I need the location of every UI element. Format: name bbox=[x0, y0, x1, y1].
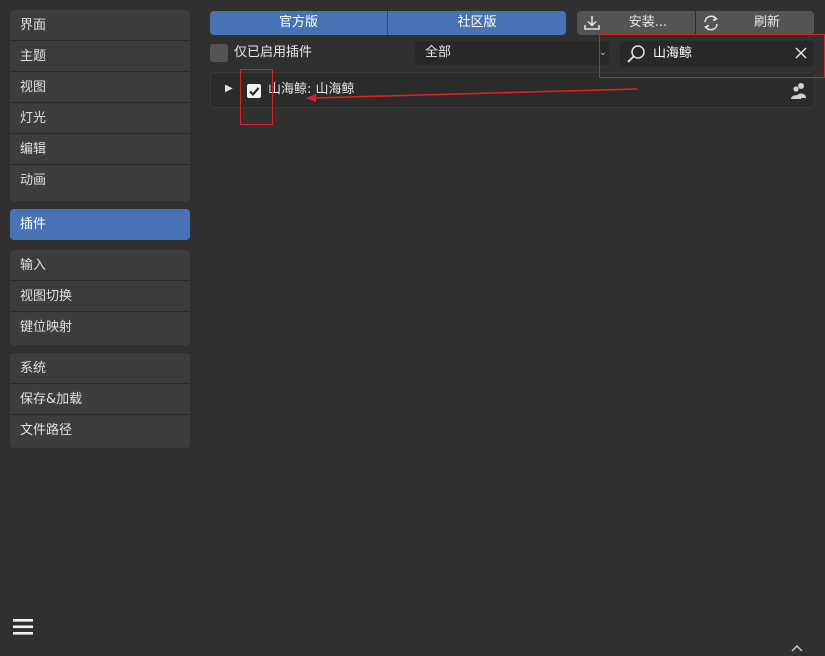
annotation-arrow bbox=[306, 88, 638, 102]
